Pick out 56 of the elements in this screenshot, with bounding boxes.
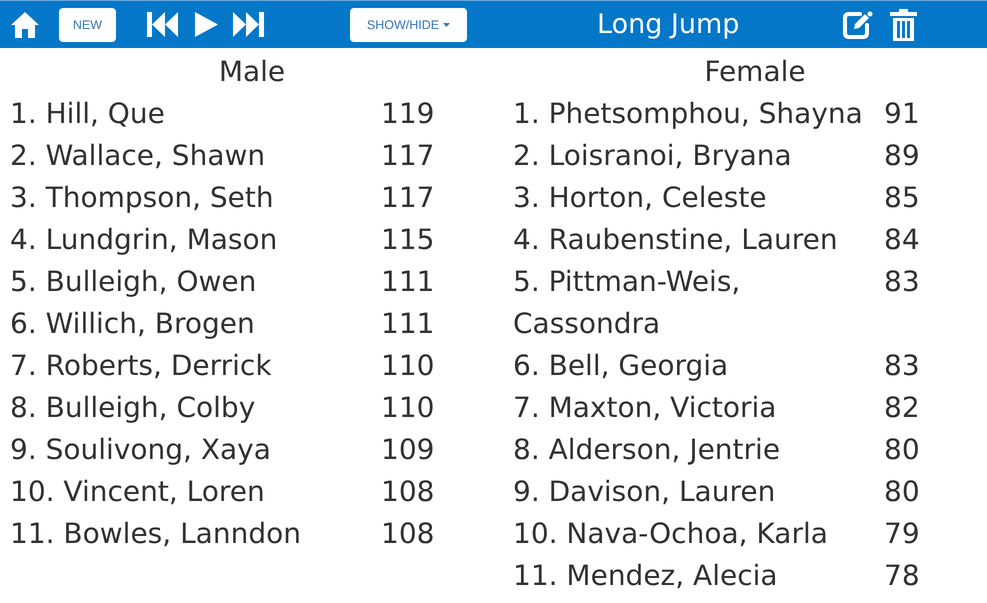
score: 109 [381,432,436,468]
score: 91 [884,96,921,132]
skip-back-icon[interactable] [147,12,178,37]
score: 80 [884,432,921,468]
score: 117 [381,138,436,174]
athlete-name: 1. Hill, Que [10,96,166,132]
athlete-name: 8. Alderson, Jentrie [513,432,782,468]
new-button[interactable]: NEW [59,8,116,42]
athlete-name: 9. Davison, Lauren [513,474,776,510]
page-title: Long Jump [597,9,740,40]
show-hide-dropdown[interactable]: SHOW/HIDE [350,8,467,42]
score: 84 [884,222,921,258]
trash-icon[interactable] [890,8,918,40]
athlete-name: 6. Bell, Georgia [513,348,730,384]
athlete-name: 10. Nava-Ochoa, Karla [513,516,829,552]
athlete-name: 2. Loisranoi, Bryana [513,138,793,174]
athlete-name: 3. Horton, Celeste [513,180,768,216]
score: 117 [381,180,436,216]
score: 115 [381,222,436,258]
score: 82 [884,390,921,426]
athlete-name: 8. Bulleigh, Colby [10,390,256,426]
score: 78 [884,558,921,594]
athlete-name: 1. Phetsomphou, Shayna [513,96,864,132]
column-heading: Male [218,55,286,88]
athlete-name: 7. Roberts, Derrick [10,348,273,384]
skip-forward-icon[interactable] [233,12,265,37]
home-icon[interactable] [10,10,40,38]
score: 83 [884,348,921,384]
score: 108 [381,516,436,552]
athlete-name: 9. Soulivong, Xaya [10,432,272,468]
score: 119 [381,96,436,132]
score: 110 [381,348,436,384]
athlete-name: 11. Bowles, Lanndon [10,516,302,552]
athlete-name: 2. Wallace, Shawn [10,138,266,174]
athlete-name: 3. Thompson, Seth [10,180,275,216]
athlete-name: 7. Maxton, Victoria [513,390,778,426]
score: 89 [884,138,921,174]
play-icon[interactable] [195,12,218,37]
score: 80 [884,474,921,510]
score: 110 [381,390,436,426]
athlete-name: 4. Raubenstine, Lauren [513,222,839,258]
score: 111 [381,306,436,342]
caret-icon [443,22,450,26]
athlete-name: 10. Vincent, Loren [10,474,266,510]
athlete-name: 11. Mendez, Alecia [513,558,779,594]
score: 83 [884,264,921,300]
edit-icon[interactable] [843,10,874,38]
score: 85 [884,180,921,216]
score: 111 [381,264,436,300]
column-heading: Female [704,55,806,88]
score: 79 [884,516,921,552]
athlete-name: 6. Willich, Brogen [10,306,256,342]
athlete-name: 5. Bulleigh, Owen [10,264,258,300]
score: 108 [381,474,436,510]
athlete-name: 5. Pittman-Weis, Cassondra [513,264,742,342]
athlete-name: 4. Lundgrin, Mason [10,222,278,258]
